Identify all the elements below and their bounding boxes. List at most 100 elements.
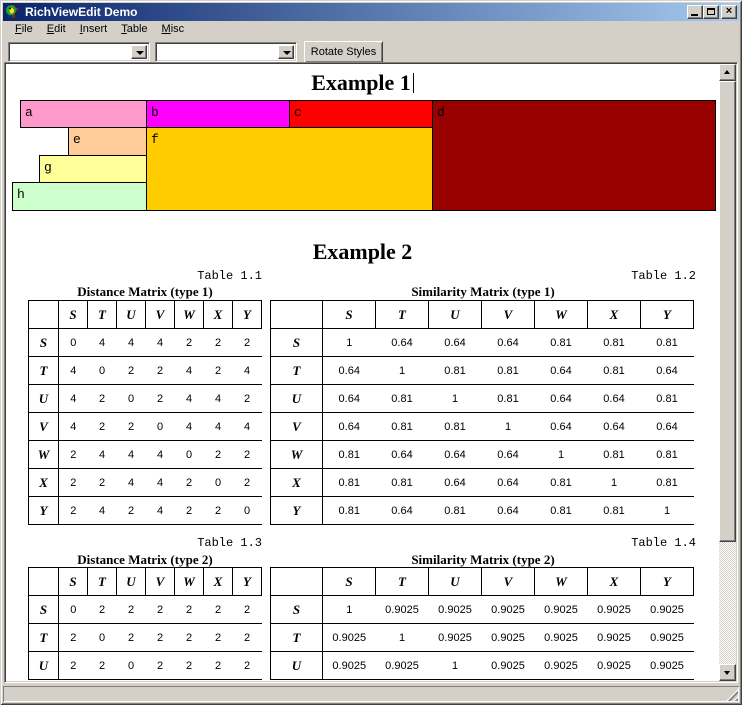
matrix-col-header[interactable]: S (323, 301, 376, 329)
matrix-col-header[interactable]: S (59, 568, 88, 596)
matrix-cell[interactable]: 4 (88, 329, 117, 357)
matrix-row-header[interactable]: Y (29, 497, 59, 525)
matrix-cell[interactable]: 4 (117, 329, 146, 357)
matrix-cell[interactable]: 0.64 (482, 441, 535, 469)
matrix-cell[interactable]: 4 (59, 385, 88, 413)
matrix-cell[interactable]: 0 (117, 652, 146, 680)
matrix-cell[interactable]: 0.64 (482, 469, 535, 497)
table-cell-b[interactable]: b (146, 100, 290, 128)
matrix-cell[interactable]: 2 (175, 497, 204, 525)
matrix-cell[interactable]: 0.64 (323, 385, 376, 413)
matrix-cell[interactable]: 4 (175, 357, 204, 385)
matrix-cell[interactable]: 2 (204, 357, 233, 385)
matrix-cell[interactable]: 2 (175, 469, 204, 497)
matrix-cell[interactable]: 2 (233, 385, 262, 413)
matrix-row-header[interactable]: U (271, 652, 323, 680)
matrix-cell[interactable]: 4 (59, 413, 88, 441)
matrix-row-header[interactable]: T (271, 624, 323, 652)
matrix-cell[interactable]: 2 (175, 652, 204, 680)
matrix-col-header[interactable]: Y (641, 568, 694, 596)
matrix-cell[interactable]: 0.9025 (429, 596, 482, 624)
matrix-cell[interactable]: 4 (146, 497, 175, 525)
matrix-row-header[interactable]: V (29, 413, 59, 441)
matrix-col-header[interactable]: W (175, 568, 204, 596)
matrix-cell[interactable]: 2 (204, 441, 233, 469)
matrix-cell[interactable]: 4 (146, 469, 175, 497)
matrix-cell[interactable]: 1 (482, 413, 535, 441)
vertical-scrollbar[interactable] (719, 64, 736, 681)
matrix-cell[interactable]: 4 (233, 413, 262, 441)
matrix-cell[interactable]: 2 (59, 624, 88, 652)
matrix-cell[interactable]: 0.81 (588, 497, 641, 525)
matrix-cell[interactable]: 0.81 (588, 357, 641, 385)
matrix-row-header[interactable]: U (29, 385, 59, 413)
matrix-cell[interactable]: 1 (376, 624, 429, 652)
matrix-cell[interactable]: 0.9025 (641, 624, 694, 652)
matrix-col-header[interactable]: V (146, 568, 175, 596)
editor-content[interactable]: Example 1 a b c d e f g h Example 2 Tabl… (6, 64, 719, 681)
matrix-cell[interactable]: 0.64 (535, 385, 588, 413)
matrix-cell[interactable]: 2 (117, 413, 146, 441)
matrix-cell[interactable]: 0.81 (323, 469, 376, 497)
matrix-cell[interactable]: 2 (233, 652, 262, 680)
matrix-corner-cell[interactable] (29, 568, 59, 596)
matrix-col-header[interactable]: T (88, 301, 117, 329)
table-cell-g[interactable]: g (39, 155, 147, 183)
matrix-cell[interactable]: 0.64 (588, 413, 641, 441)
matrix-cell[interactable]: 0.9025 (376, 596, 429, 624)
matrix-cell[interactable]: 2 (233, 441, 262, 469)
matrix-cell[interactable]: 0.64 (429, 329, 482, 357)
matrix-row-header[interactable]: X (271, 469, 323, 497)
menu-edit[interactable]: Edit (40, 22, 73, 37)
matrix-cell[interactable]: 0.81 (641, 469, 694, 497)
matrix-cell[interactable]: 0.9025 (482, 652, 535, 680)
matrix-col-header[interactable]: W (175, 301, 204, 329)
matrix-col-header[interactable]: U (117, 568, 146, 596)
matrix-cell[interactable]: 0.81 (535, 329, 588, 357)
matrix-cell[interactable]: 4 (175, 385, 204, 413)
matrix-cell[interactable]: 0.64 (429, 469, 482, 497)
matrix-cell[interactable]: 0.64 (429, 441, 482, 469)
matrix-row-header[interactable]: S (271, 329, 323, 357)
matrix-cell[interactable]: 0.81 (376, 413, 429, 441)
matrix-cell[interactable]: 4 (88, 441, 117, 469)
matrix-col-header[interactable]: W (535, 568, 588, 596)
matrix-cell[interactable]: 2 (88, 652, 117, 680)
matrix-row-header[interactable]: S (29, 329, 59, 357)
matrix-cell[interactable]: 2 (233, 469, 262, 497)
matrix-cell[interactable]: 4 (204, 413, 233, 441)
matrix-cell[interactable]: 0.9025 (535, 624, 588, 652)
matrix-col-header[interactable]: V (146, 301, 175, 329)
matrix-col-header[interactable]: T (88, 568, 117, 596)
matrix-col-header[interactable]: X (204, 301, 233, 329)
matrix-cell[interactable]: 0 (233, 497, 262, 525)
matrix-cell[interactable]: 0.64 (641, 357, 694, 385)
matrix-row-header[interactable]: X (29, 469, 59, 497)
menu-file[interactable]: File (8, 22, 40, 37)
matrix-cell[interactable]: 2 (204, 624, 233, 652)
matrix-cell[interactable]: 0.81 (641, 441, 694, 469)
matrix-cell[interactable]: 0.9025 (588, 596, 641, 624)
matrix-cell[interactable]: 2 (117, 596, 146, 624)
matrix-col-header[interactable]: Y (641, 301, 694, 329)
matrix-cell[interactable]: 2 (233, 624, 262, 652)
matrix-cell[interactable]: 0.81 (323, 497, 376, 525)
matrix-cell[interactable]: 0.64 (482, 497, 535, 525)
matrix-cell[interactable]: 0.64 (376, 497, 429, 525)
matrix-cell[interactable]: 1 (535, 441, 588, 469)
matrix-cell[interactable]: 0.81 (641, 329, 694, 357)
matrix-row-header[interactable]: V (271, 413, 323, 441)
matrix-row-header[interactable]: W (271, 441, 323, 469)
matrix-cell[interactable]: 0.81 (588, 329, 641, 357)
matrix-cell[interactable]: 1 (323, 596, 376, 624)
matrix-corner-cell[interactable] (271, 568, 323, 596)
matrix-row-header[interactable]: U (29, 652, 59, 680)
matrix-cell[interactable]: 1 (641, 497, 694, 525)
matrix-col-header[interactable]: W (535, 301, 588, 329)
matrix-col-header[interactable]: V (482, 568, 535, 596)
table-cell-e[interactable]: e (68, 127, 147, 156)
matrix-col-header[interactable]: X (204, 568, 233, 596)
matrix-cell[interactable]: 1 (323, 329, 376, 357)
matrix-cell[interactable]: 2 (146, 596, 175, 624)
matrix-col-header[interactable]: Y (233, 301, 262, 329)
